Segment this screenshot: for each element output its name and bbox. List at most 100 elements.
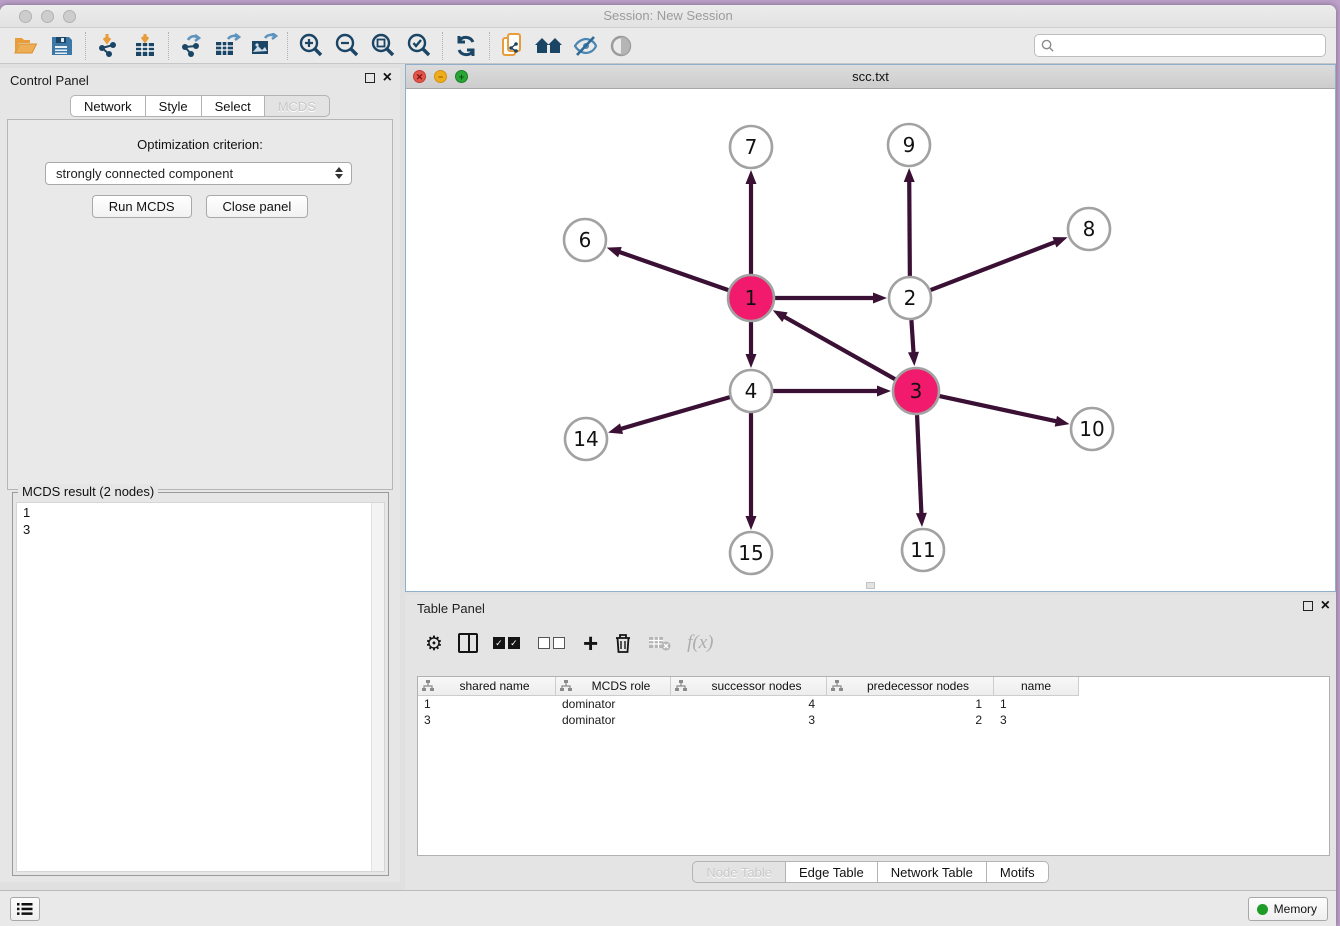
edge-1-6[interactable] [618, 252, 728, 291]
run-mcds-button[interactable]: Run MCDS [92, 195, 192, 218]
import-table-icon[interactable] [127, 31, 163, 61]
edge-arrowhead [773, 310, 788, 322]
graph-node-label-14: 14 [573, 427, 598, 451]
float-table-panel-icon[interactable] [1303, 601, 1313, 611]
edge-2-8[interactable] [931, 242, 1057, 290]
table-settings-icon[interactable]: ⚙ [425, 628, 443, 658]
toolbar-separator [85, 32, 86, 60]
table-panel-header: Table Panel × [405, 595, 1336, 621]
deselect-all-columns-icon[interactable] [538, 628, 568, 658]
export-network-icon[interactable] [174, 31, 210, 61]
graph-node-label-2: 2 [904, 286, 917, 310]
graph-node-label-11: 11 [910, 538, 935, 562]
graph-node-label-3: 3 [910, 379, 923, 403]
table-cell[interactable]: 3 [418, 712, 556, 728]
export-image-icon[interactable] [246, 31, 282, 61]
table-cell[interactable]: 3 [671, 712, 827, 728]
task-history-button[interactable] [10, 897, 40, 921]
network-window-titlebar[interactable]: ✕ − + scc.txt [406, 65, 1335, 89]
edge-4-14[interactable] [620, 397, 730, 429]
edge-3-1[interactable] [783, 316, 895, 379]
search-input[interactable] [1059, 39, 1319, 53]
edge-arrowhead [908, 352, 919, 366]
import-network-icon[interactable] [91, 31, 127, 61]
open-file-icon[interactable] [8, 31, 44, 61]
toolbar-separator [489, 32, 490, 60]
table-cell[interactable]: 1 [418, 696, 556, 712]
edge-3-11[interactable] [917, 415, 921, 515]
window-title: Session: New Session [0, 8, 1336, 23]
table-toolbar: ⚙ ✓✓ + f(x) [417, 623, 1330, 663]
graph-node-label-6: 6 [579, 228, 592, 252]
column-header-name[interactable]: name [994, 677, 1079, 696]
graph-node-label-1: 1 [745, 286, 758, 310]
edge-arrowhead [746, 354, 757, 368]
canvas-resize-grip[interactable] [866, 582, 875, 589]
zoom-out-icon[interactable] [329, 31, 365, 61]
search-field[interactable] [1034, 34, 1326, 57]
column-header-successor-nodes[interactable]: successor nodes [671, 677, 827, 696]
select-all-columns-icon[interactable]: ✓✓ [493, 628, 523, 658]
graph-node-label-15: 15 [738, 541, 763, 565]
save-session-icon[interactable] [44, 31, 80, 61]
delete-columns-icon[interactable] [613, 628, 633, 658]
edge-arrowhead [916, 513, 927, 527]
refresh-icon[interactable] [448, 31, 484, 61]
column-header-predecessor-nodes[interactable]: predecessor nodes [827, 677, 994, 696]
edge-arrowhead [746, 170, 757, 184]
column-header-shared-name[interactable]: shared name [418, 677, 556, 696]
export-table-icon[interactable] [210, 31, 246, 61]
main-toolbar [0, 28, 1336, 64]
table-cell[interactable]: 3 [994, 712, 1079, 728]
zoom-in-icon[interactable] [293, 31, 329, 61]
zoom-selected-icon[interactable] [401, 31, 437, 61]
close-panel-icon[interactable]: × [383, 73, 392, 83]
edge-2-3[interactable] [911, 320, 913, 354]
edge-3-10[interactable] [939, 396, 1057, 422]
tab-mcds[interactable]: MCDS [264, 95, 330, 117]
network-canvas[interactable]: 7968124314101511 [406, 89, 1335, 591]
node-table[interactable]: shared nameMCDS rolesuccessor nodesprede… [417, 676, 1330, 856]
toolbar-separator [168, 32, 169, 60]
tab-node-table[interactable]: Node Table [692, 861, 786, 883]
memory-button[interactable]: Memory [1248, 897, 1328, 921]
tab-edge-table[interactable]: Edge Table [785, 861, 878, 883]
tab-motifs[interactable]: Motifs [986, 861, 1049, 883]
mcds-result-textarea[interactable]: 13 [16, 502, 385, 872]
edge-2-9[interactable] [909, 180, 910, 276]
table-cell[interactable]: dominator [556, 696, 671, 712]
table-cell[interactable]: dominator [556, 712, 671, 728]
table-row[interactable]: 1dominator411 [418, 696, 1329, 712]
table-row[interactable]: 3dominator323 [418, 712, 1329, 728]
control-panel-header: Control Panel × [0, 68, 400, 94]
show-columns-icon[interactable] [458, 628, 478, 658]
close-table-panel-icon[interactable]: × [1321, 601, 1330, 611]
table-cell[interactable]: 4 [671, 696, 827, 712]
zoom-fit-icon[interactable] [365, 31, 401, 61]
application-window: Session: New Session [0, 5, 1336, 926]
float-panel-icon[interactable] [365, 73, 375, 83]
column-header-MCDS-role[interactable]: MCDS role [556, 677, 671, 696]
optimization-criterion-select[interactable]: strongly connected component [45, 162, 352, 185]
function-builder-icon: f(x) [687, 628, 713, 658]
add-column-icon[interactable]: + [583, 628, 598, 658]
mcds-tab-content: Optimization criterion: strongly connect… [7, 119, 393, 490]
home-layout-icon[interactable] [531, 31, 567, 61]
table-cell[interactable]: 1 [827, 696, 994, 712]
table-cell[interactable]: 2 [827, 712, 994, 728]
mcds-result-title: MCDS result (2 nodes) [18, 484, 158, 499]
result-scrollbar[interactable] [371, 503, 384, 871]
hide-graphics-details-icon[interactable] [567, 31, 603, 61]
tab-select[interactable]: Select [201, 95, 265, 117]
tab-network-table[interactable]: Network Table [877, 861, 987, 883]
table-panel-title: Table Panel [417, 601, 485, 616]
table-cell[interactable]: 1 [994, 696, 1079, 712]
network-graph[interactable]: 7968124314101511 [406, 89, 1335, 591]
tab-network[interactable]: Network [70, 95, 146, 117]
duplicate-network-icon[interactable] [495, 31, 531, 61]
network-overview-icon[interactable] [603, 31, 639, 61]
tab-style[interactable]: Style [145, 95, 202, 117]
close-panel-button[interactable]: Close panel [206, 195, 309, 218]
memory-label: Memory [1274, 902, 1317, 916]
select-arrows-icon [335, 167, 343, 179]
